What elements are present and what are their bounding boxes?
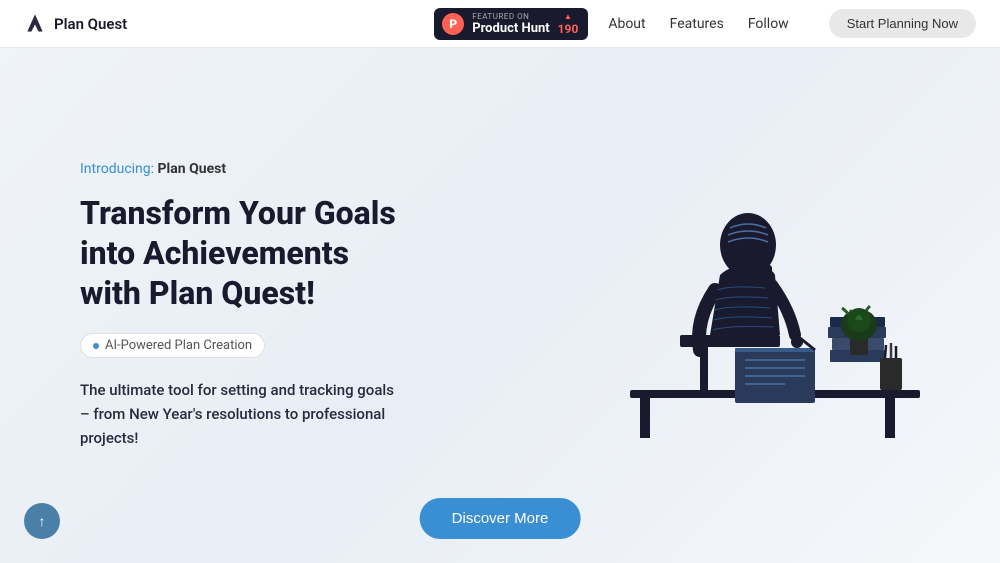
discover-more-container: Discover More bbox=[420, 498, 581, 539]
hero-description: The ultimate tool for setting and tracki… bbox=[80, 378, 400, 450]
ph-number: 190 bbox=[558, 22, 579, 36]
nav-link-about[interactable]: About bbox=[608, 16, 645, 32]
ph-text-block: FEATURED ON Product Hunt bbox=[472, 12, 549, 36]
navbar: Plan Quest P FEATURED ON Product Hunt ▲ … bbox=[0, 0, 1000, 48]
logo-icon bbox=[24, 13, 46, 35]
hero-illustration bbox=[600, 80, 940, 460]
intro-prefix: Introducing: bbox=[80, 161, 154, 177]
hero-title: Transform Your Goals into Achievements w… bbox=[80, 193, 400, 313]
logo[interactable]: Plan Quest bbox=[24, 13, 434, 35]
main-content: Introducing: Plan Quest Transform Your G… bbox=[0, 0, 1000, 563]
intro-label: Introducing: Plan Quest bbox=[80, 161, 400, 177]
ai-badge-dot bbox=[93, 343, 99, 349]
intro-name: Plan Quest bbox=[154, 161, 226, 177]
ph-logo-icon: P bbox=[442, 13, 464, 35]
nav-center: P FEATURED ON Product Hunt ▲ 190 About F… bbox=[434, 8, 976, 40]
logo-text: Plan Quest bbox=[54, 15, 127, 33]
discover-more-button[interactable]: Discover More bbox=[420, 498, 581, 539]
nav-links: About Features Follow Start Planning Now bbox=[608, 9, 976, 38]
ph-arrow-icon: ▲ bbox=[564, 12, 572, 21]
back-to-top-icon: ↑ bbox=[39, 513, 46, 530]
nav-link-follow[interactable]: Follow bbox=[748, 16, 789, 32]
start-planning-button[interactable]: Start Planning Now bbox=[829, 9, 976, 38]
illustration-svg bbox=[600, 80, 940, 460]
ph-name: Product Hunt bbox=[472, 21, 549, 36]
ai-badge-text: AI-Powered Plan Creation bbox=[105, 338, 252, 353]
ph-count: ▲ 190 bbox=[558, 12, 579, 36]
ph-featured-on: FEATURED ON bbox=[472, 12, 549, 21]
back-to-top-button[interactable]: ↑ bbox=[24, 503, 60, 539]
hero-section: Introducing: Plan Quest Transform Your G… bbox=[0, 161, 480, 450]
ai-badge: AI-Powered Plan Creation bbox=[80, 333, 265, 358]
product-hunt-badge[interactable]: P FEATURED ON Product Hunt ▲ 190 bbox=[434, 8, 588, 40]
nav-link-features[interactable]: Features bbox=[670, 16, 724, 32]
